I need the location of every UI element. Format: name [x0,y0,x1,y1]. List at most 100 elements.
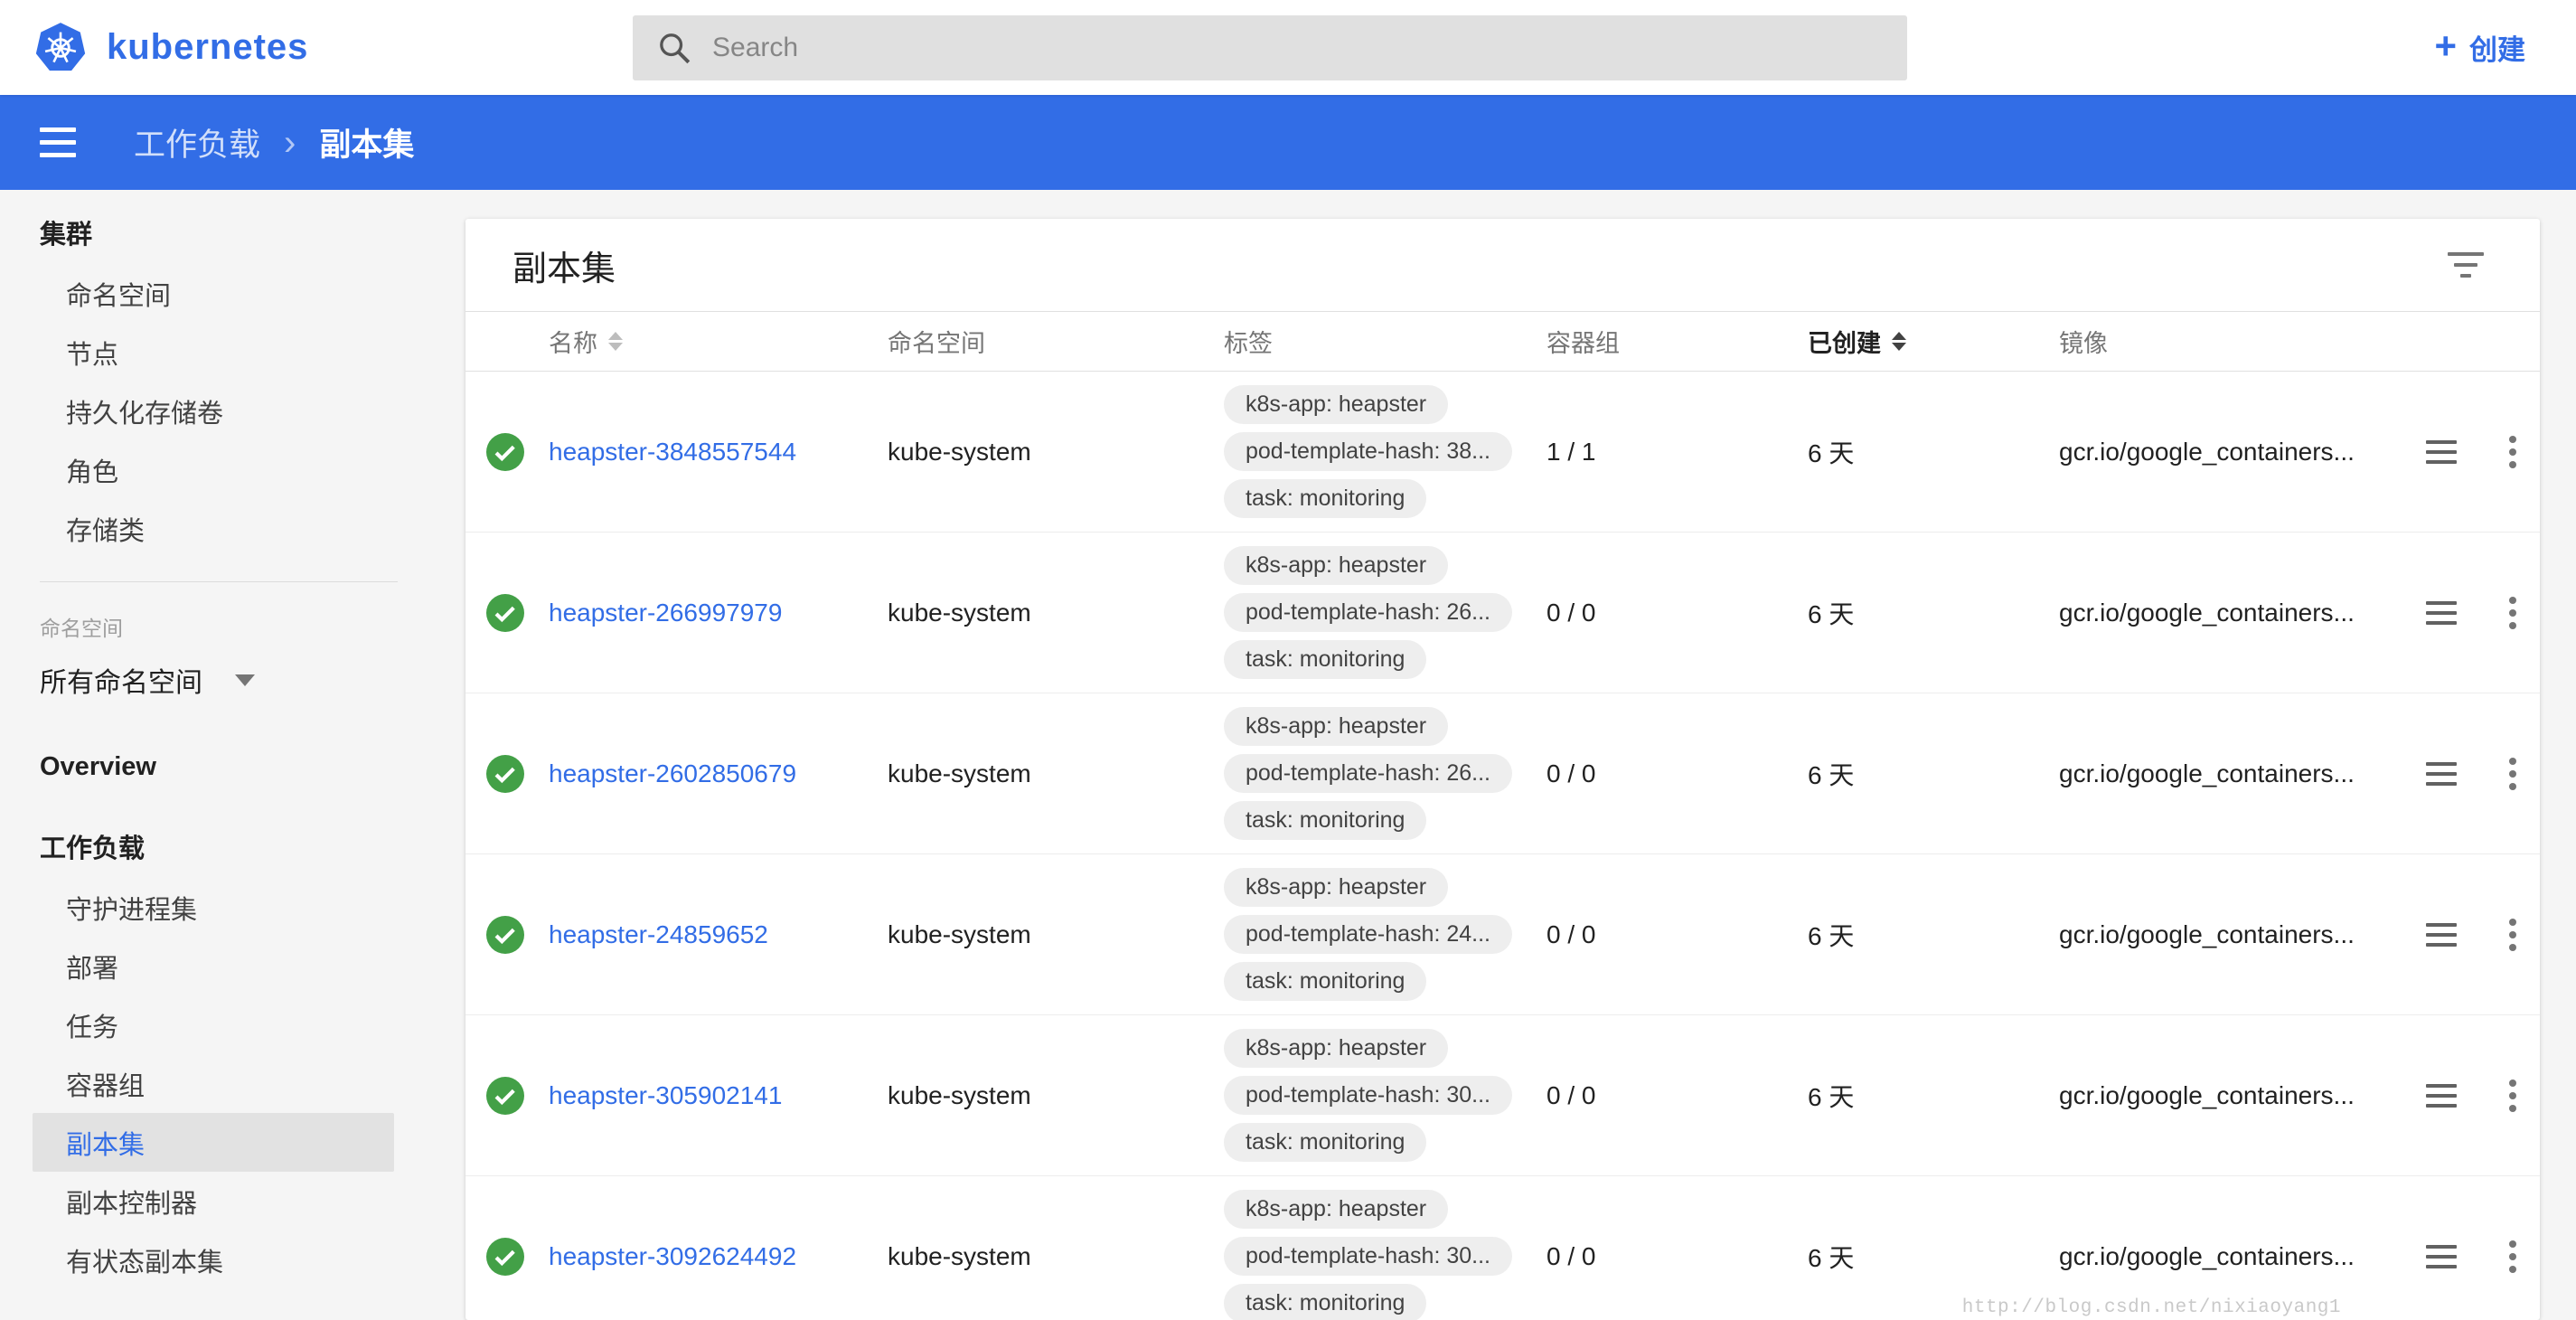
kebab-menu-icon[interactable] [2500,1074,2525,1117]
cell-pods: 0 / 0 [1547,1242,1808,1271]
column-header-created[interactable]: 已创建 [1808,324,2059,359]
label-chip: pod-template-hash: 38... [1224,432,1512,471]
replicaset-link[interactable]: heapster-305902141 [549,1081,782,1109]
breadcrumb-workloads[interactable]: 工作负载 [134,119,260,165]
sidebar-item-overview[interactable]: Overview [40,752,465,782]
table-row[interactable]: heapster-3848557544 kube-system k8s-app:… [465,372,2540,533]
brand[interactable]: kubernetes [0,22,633,74]
logs-icon[interactable] [2424,596,2458,630]
cell-namespace: kube-system [888,920,1224,949]
kebab-menu-icon[interactable] [2500,591,2525,635]
table-row[interactable]: heapster-266997979 kube-system k8s-app: … [465,533,2540,693]
sidebar-item-daemon-sets[interactable]: 守护进程集 [33,878,394,937]
kebab-menu-icon[interactable] [2500,1235,2525,1278]
cell-labels: k8s-app: heapster pod-template-hash: 26.… [1224,707,1547,840]
cell-namespace: kube-system [888,599,1224,627]
cell-labels: k8s-app: heapster pod-template-hash: 38.… [1224,385,1547,518]
label-chip: pod-template-hash: 30... [1224,1076,1512,1115]
label-chip: k8s-app: heapster [1224,707,1448,746]
breadcrumb: 工作负载 › 副本集 [134,119,414,165]
logs-icon[interactable] [2424,757,2458,791]
label-chip: task: monitoring [1224,1284,1426,1320]
label-chip: pod-template-hash: 30... [1224,1237,1512,1276]
create-button[interactable]: + 创建 [2434,27,2525,68]
column-header-name-label: 名称 [549,324,597,359]
cell-namespace: kube-system [888,1081,1224,1110]
table-row[interactable]: heapster-305902141 kube-system k8s-app: … [465,1015,2540,1176]
sidebar: 集群 命名空间 节点 持久化存储卷 角色 存储类 命名空间 所有命名空间 Ove… [0,190,465,1320]
namespace-label: 命名空间 [40,611,465,642]
column-header-namespace[interactable]: 命名空间 [888,324,1224,359]
sort-icon-name [608,332,623,351]
sidebar-divider [40,581,398,582]
search-input[interactable] [710,32,1884,64]
search-bar[interactable] [633,15,1907,80]
logs-icon[interactable] [2424,1240,2458,1274]
label-chip: task: monitoring [1224,479,1426,518]
sidebar-item-pods[interactable]: 容器组 [33,1054,394,1113]
namespace-select-value: 所有命名空间 [40,660,202,700]
kebab-menu-icon[interactable] [2500,913,2525,957]
sidebar-item-replication-controllers[interactable]: 副本控制器 [33,1172,394,1230]
sidebar-item-jobs[interactable]: 任务 [33,995,394,1054]
sidebar-item-stateful-sets[interactable]: 有状态副本集 [33,1230,394,1289]
label-chip: task: monitoring [1224,962,1426,1001]
cell-created: 6 天 [1808,595,2059,631]
kebab-menu-icon[interactable] [2500,752,2525,796]
status-ok-icon [486,594,524,632]
cell-created: 6 天 [1808,756,2059,792]
content-area: 集群 命名空间 节点 持久化存储卷 角色 存储类 命名空间 所有命名空间 Ove… [0,190,2576,1320]
filter-icon[interactable] [2439,243,2493,287]
replicaset-link[interactable]: heapster-2602850679 [549,759,796,787]
logs-icon[interactable] [2424,435,2458,469]
namespace-select[interactable]: 所有命名空间 [40,660,465,700]
sidebar-item-storage-classes[interactable]: 存储类 [33,499,394,558]
replicaset-link[interactable]: heapster-24859652 [549,920,768,948]
breadcrumb-current: 副本集 [319,119,414,165]
search-icon [656,30,692,66]
sidebar-item-deployments[interactable]: 部署 [33,937,394,995]
sidebar-item-persistent-volumes[interactable]: 持久化存储卷 [33,382,394,440]
label-chip: task: monitoring [1224,640,1426,679]
cell-images: gcr.io/google_containers... [2059,1081,2400,1110]
column-header-labels[interactable]: 标签 [1224,324,1547,359]
kubernetes-logo-icon [34,22,87,74]
sort-icon-created [1892,332,1906,351]
column-header-pods[interactable]: 容器组 [1547,324,1808,359]
label-chip: pod-template-hash: 26... [1224,754,1512,793]
table-row[interactable]: heapster-2602850679 kube-system k8s-app:… [465,693,2540,854]
cell-pods: 0 / 0 [1547,759,1808,788]
top-header: kubernetes + 创建 [0,0,2576,95]
sidebar-header-workloads: 工作负载 [40,827,465,865]
cell-pods: 0 / 0 [1547,1081,1808,1110]
cell-namespace: kube-system [888,759,1224,788]
logs-icon[interactable] [2424,918,2458,952]
sidebar-item-roles[interactable]: 角色 [33,440,394,499]
cell-created: 6 天 [1808,917,2059,953]
menu-icon[interactable] [36,120,80,165]
column-header-name[interactable]: 名称 [549,324,888,359]
sidebar-item-nodes[interactable]: 节点 [33,323,394,382]
logs-icon[interactable] [2424,1079,2458,1113]
sidebar-item-replica-sets[interactable]: 副本集 [33,1113,394,1172]
replicaset-link[interactable]: heapster-3848557544 [549,438,796,466]
cell-labels: k8s-app: heapster pod-template-hash: 24.… [1224,868,1547,1001]
cell-namespace: kube-system [888,438,1224,467]
cell-pods: 0 / 0 [1547,920,1808,949]
status-ok-icon [486,916,524,954]
kebab-menu-icon[interactable] [2500,430,2525,474]
cell-images: gcr.io/google_containers... [2059,759,2400,788]
table-header: 名称 命名空间 标签 容器组 已创建 镜像 [465,311,2540,372]
label-chip: pod-template-hash: 26... [1224,593,1512,632]
column-header-images[interactable]: 镜像 [2059,324,2400,359]
table-row[interactable]: heapster-24859652 kube-system k8s-app: h… [465,854,2540,1015]
replicaset-link[interactable]: heapster-3092624492 [549,1242,796,1270]
label-chip: pod-template-hash: 24... [1224,915,1512,954]
cell-images: gcr.io/google_containers... [2059,599,2400,627]
column-header-created-label: 已创建 [1808,324,1881,359]
sidebar-item-namespaces[interactable]: 命名空间 [33,264,394,323]
cell-created: 6 天 [1808,1239,2059,1275]
label-chip: k8s-app: heapster [1224,868,1448,907]
cell-labels: k8s-app: heapster pod-template-hash: 30.… [1224,1029,1547,1162]
replicaset-link[interactable]: heapster-266997979 [549,599,782,627]
